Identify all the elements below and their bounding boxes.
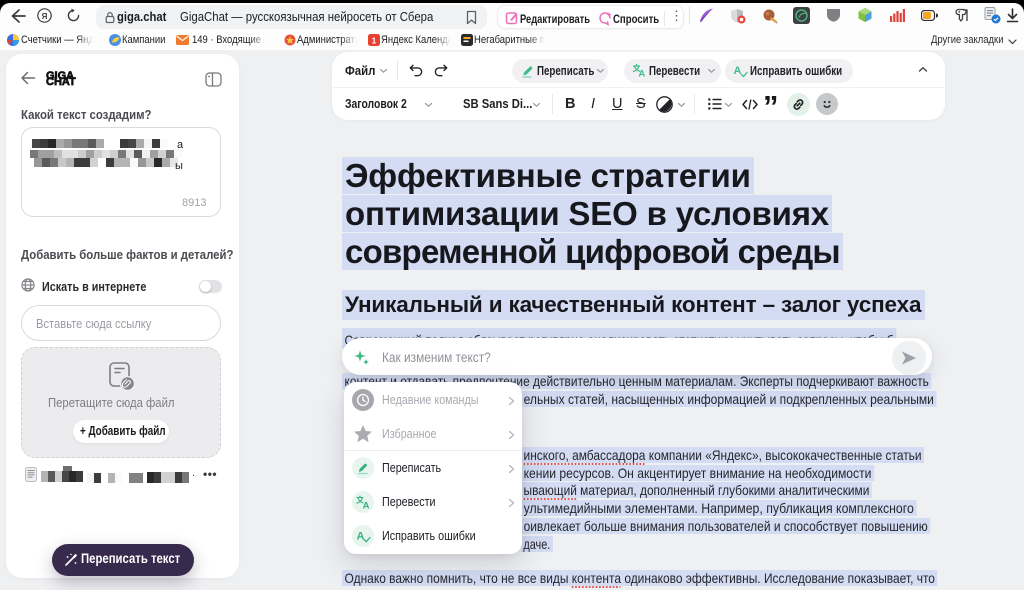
svg-text:1: 1 — [372, 36, 377, 46]
svg-text:A: A — [363, 501, 370, 511]
svg-text:A: A — [638, 69, 645, 79]
svg-text:A: A — [357, 531, 365, 543]
svg-text:Я: Я — [42, 12, 48, 21]
svg-text:A: A — [734, 65, 742, 77]
